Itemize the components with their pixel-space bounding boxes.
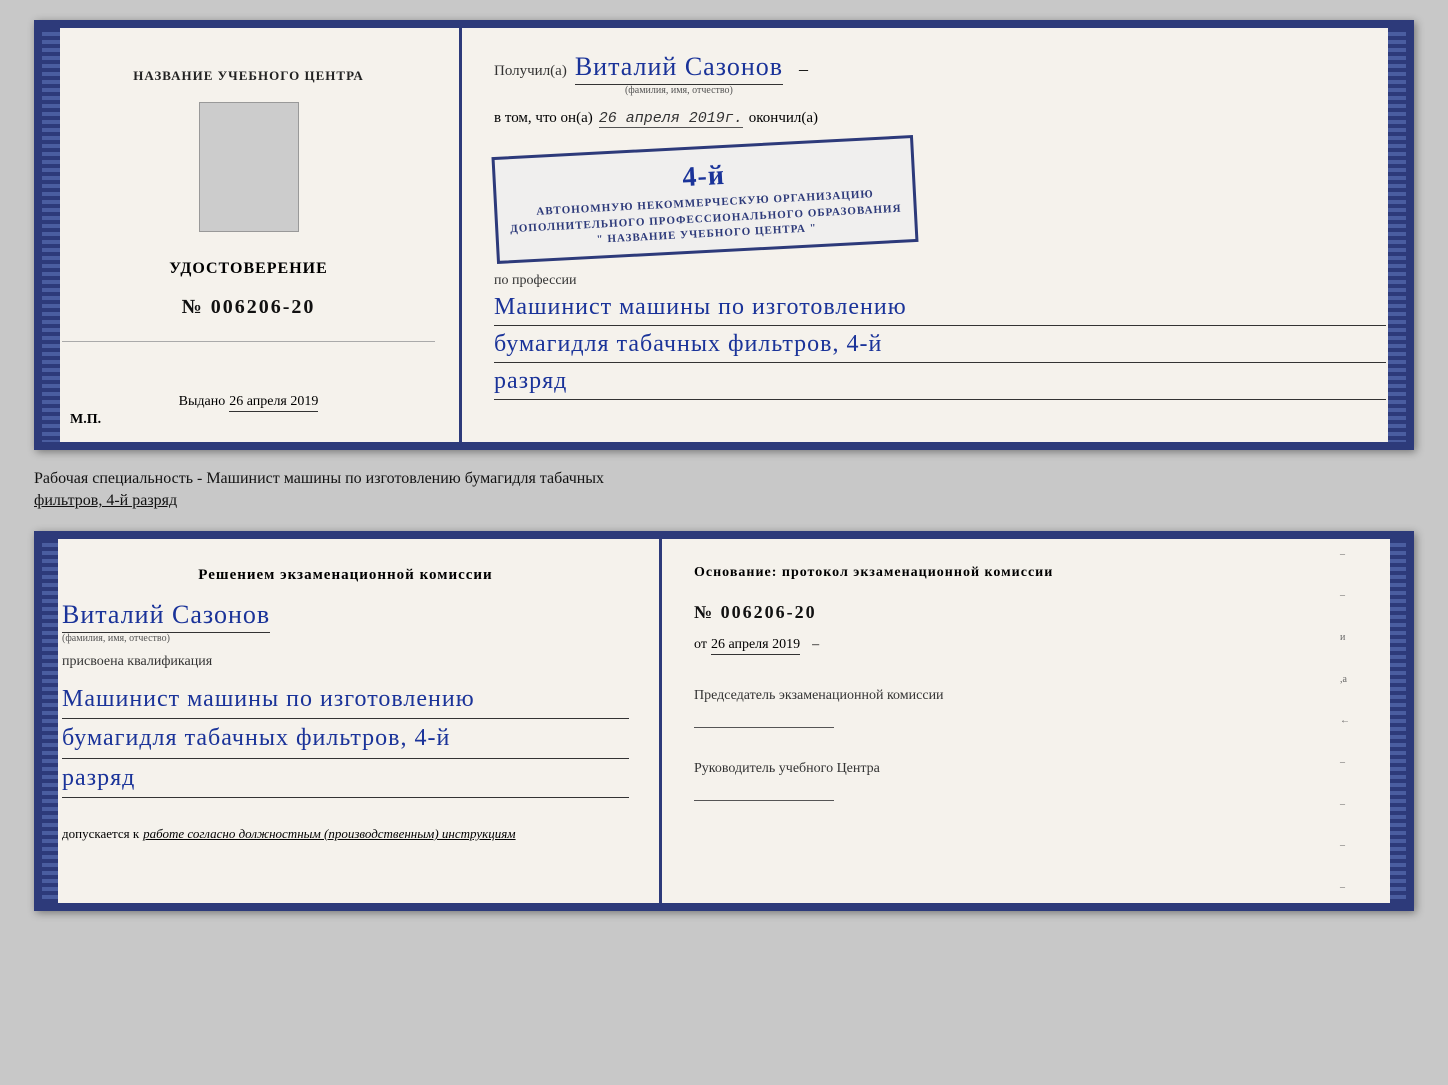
chairman-label: Председатель экзаменационной комиссии — [694, 685, 1386, 728]
ot-date: 26 апреля 2019 — [711, 637, 800, 655]
head-sign-line — [694, 783, 834, 801]
dopusk-line: допускается к работе согласно должностны… — [62, 826, 629, 842]
protocol-number: № 006206-20 — [694, 602, 1386, 623]
stamp-container: 4-й АВТОНОМНУЮ НЕКОММЕРЧЕСКУЮ ОРГАНИЗАЦИ… — [494, 142, 1386, 257]
bottom-right-panel: Основание: протокол экзаменационной коми… — [662, 539, 1406, 903]
right-decorative-strip — [1388, 28, 1406, 442]
ot-label: от — [694, 637, 707, 653]
osnov-label: Основание: протокол экзаменационной коми… — [694, 563, 1386, 583]
dopusk-label: допускается к — [62, 826, 139, 842]
chairman-sign-line — [694, 710, 834, 728]
issued-label: Выдано — [179, 394, 226, 410]
fio-subtitle: (фамилия, имя, отчество) — [625, 85, 733, 96]
qual-line2: бумагидля табачных фильтров, 4-й — [62, 719, 629, 758]
cert-label: УДОСТОВЕРЕНИЕ — [169, 260, 328, 278]
diploma-left-panel: НАЗВАНИЕ УЧЕБНОГО ЦЕНТРА УДОСТОВЕРЕНИЕ №… — [42, 28, 462, 442]
vtom-line: в том, что он(а) 26 апреля 2019г. окончи… — [494, 110, 1386, 128]
qual-line3: разряд — [62, 759, 629, 798]
bottom-document: Решением экзаменационной комиссии Витали… — [34, 531, 1414, 911]
divider — [62, 341, 435, 342]
profession-line1: Машинист машины по изготовлению — [494, 289, 1386, 326]
vtom-date: 26 апреля 2019г. — [599, 110, 743, 128]
recipient-line: Получил(а) Виталий Сазонов (фамилия, имя… — [494, 52, 1386, 96]
commission-title: Решением экзаменационной комиссии — [62, 567, 629, 584]
profession-line2: бумагидля табачных фильтров, 4-й — [494, 326, 1386, 363]
dopusk-value: работе согласно должностным (производств… — [143, 826, 515, 842]
recipient-label: Получил(а) — [494, 63, 567, 80]
vtom-label: в том, что он(а) — [494, 110, 593, 127]
profession-block: по профессии Машинист машины по изготовл… — [494, 271, 1386, 400]
prisvoena-label: присвоена квалификация — [62, 654, 629, 670]
recipient-name: Виталий Сазонов — [575, 52, 783, 85]
bottom-left-panel: Решением экзаменационной комиссии Витали… — [42, 539, 662, 903]
qualification-block: Машинист машины по изготовлению бумагидл… — [62, 680, 629, 798]
school-name-header: НАЗВАНИЕ УЧЕБНОГО ЦЕНТРА — [133, 68, 364, 84]
head-label: Руководитель учебного Центра — [694, 758, 1386, 801]
bottom-fio-sub: (фамилия, имя, отчество) — [62, 633, 170, 644]
person-name-block: Виталий Сазонов (фамилия, имя, отчество) — [62, 600, 629, 644]
issued-line: Выдано 26 апреля 2019 — [179, 394, 319, 412]
qual-line1: Машинист машины по изготовлению — [62, 680, 629, 719]
middle-text-line2: фильтров, 4-й разряд — [34, 492, 177, 509]
bottom-right-strip — [1390, 539, 1406, 903]
diploma-right-panel: Получил(а) Виталий Сазонов (фамилия, имя… — [462, 28, 1406, 442]
mp-label: М.П. — [70, 412, 101, 428]
diploma-document: НАЗВАНИЕ УЧЕБНОГО ЦЕНТРА УДОСТОВЕРЕНИЕ №… — [34, 20, 1414, 450]
okonchil-label: окончил(а) — [749, 110, 818, 127]
profession-label: по профессии — [494, 273, 577, 288]
photo-placeholder — [199, 102, 299, 232]
person-name: Виталий Сазонов — [62, 600, 270, 633]
middle-text-line1: Рабочая специальность - Машинист машины … — [34, 470, 604, 487]
ot-line: от 26 апреля 2019 – — [694, 637, 1386, 655]
profession-line3: разряд — [494, 363, 1386, 400]
middle-description: Рабочая специальность - Машинист машины … — [34, 468, 1414, 513]
issued-date: 26 апреля 2019 — [229, 394, 318, 412]
cert-number: № 006206-20 — [182, 296, 316, 319]
stamp: 4-й АВТОНОМНУЮ НЕКОММЕРЧЕСКУЮ ОРГАНИЗАЦИ… — [491, 135, 918, 264]
